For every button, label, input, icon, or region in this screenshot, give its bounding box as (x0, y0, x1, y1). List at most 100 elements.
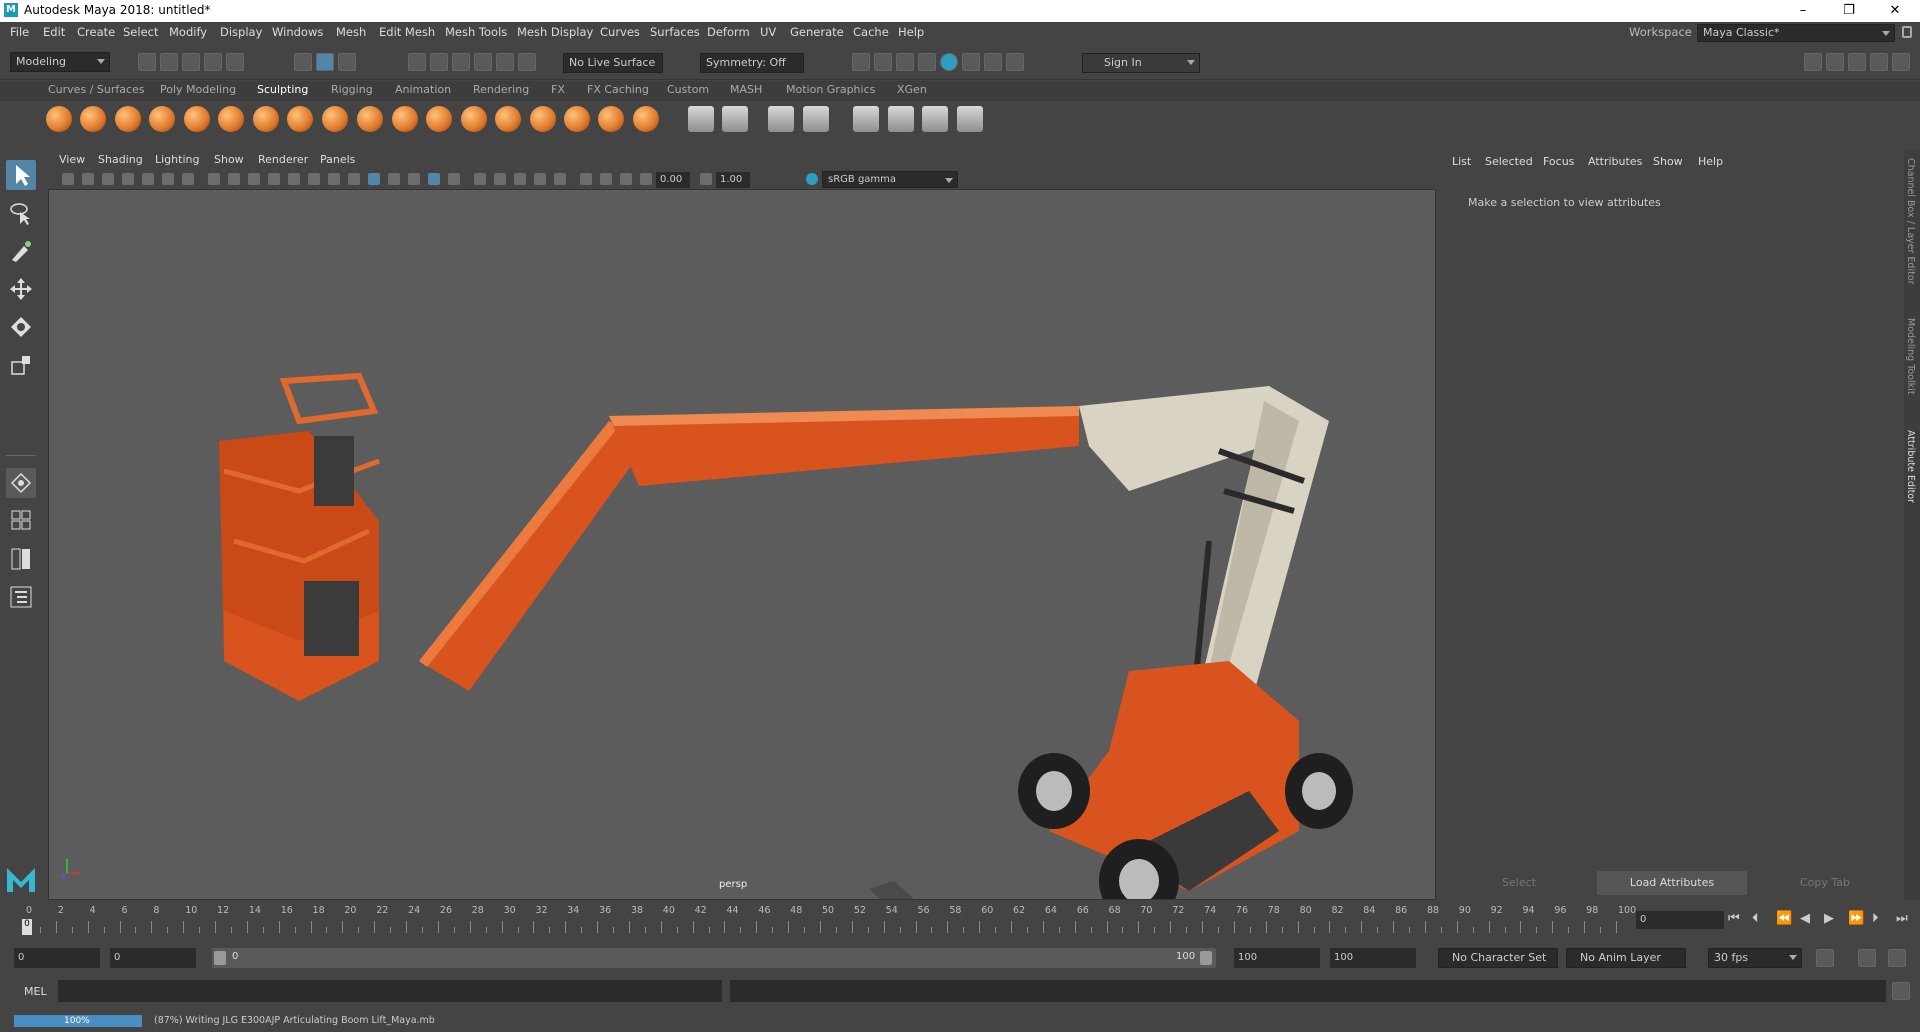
range-end-handle[interactable] (1200, 951, 1212, 965)
shelf-tab-rendering[interactable]: Rendering (473, 83, 529, 96)
snap-curve-icon[interactable] (430, 53, 448, 71)
go-to-end-icon[interactable]: ⏭ (1896, 911, 1908, 926)
select-component-icon[interactable] (338, 53, 356, 71)
exposure-icon[interactable] (640, 173, 652, 185)
menu-generate[interactable]: Generate (790, 25, 844, 39)
lock-icon[interactable] (1902, 26, 1912, 38)
xray-joints-icon[interactable] (600, 173, 612, 185)
wax-tool-icon[interactable] (392, 106, 418, 132)
close-button[interactable]: ✕ (1872, 0, 1918, 22)
snap-view-plane-icon[interactable] (474, 53, 492, 71)
snap-live-icon[interactable] (496, 53, 514, 71)
step-back-key-icon[interactable]: ⏪ (1776, 911, 1792, 926)
go-to-start-icon[interactable]: ⏮ (1728, 911, 1740, 926)
scrape-tool-icon[interactable] (426, 106, 452, 132)
snap-normal-icon[interactable] (518, 53, 536, 71)
menu-help[interactable]: Help (898, 25, 924, 39)
hypershade-icon[interactable] (940, 53, 958, 71)
range-slider[interactable]: 0 100 (212, 948, 1216, 968)
fill-tool-icon[interactable] (461, 106, 487, 132)
four-view-layout-icon[interactable] (6, 506, 36, 536)
outliner-icon[interactable] (6, 582, 36, 612)
side-tab-channel-box[interactable]: Channel Box / Layer Editor (1905, 158, 1916, 285)
snap-grid-icon[interactable] (408, 53, 426, 71)
shelf-tab-fx-caching[interactable]: FX Caching (587, 83, 649, 96)
playback-start-field[interactable]: 0 (110, 948, 196, 968)
wireframe-icon[interactable] (328, 173, 340, 185)
safe-title-icon[interactable] (308, 173, 320, 185)
grease-pencil-icon[interactable] (162, 173, 174, 185)
select-hierarchy-icon[interactable] (294, 53, 312, 71)
step-forward-key-icon[interactable]: ⏩ (1848, 911, 1864, 926)
workspace-dropdown[interactable]: Maya Classic* (1697, 24, 1895, 42)
menu-cache[interactable]: Cache (853, 25, 889, 39)
auto-key-icon[interactable] (1858, 949, 1876, 967)
menu-curves[interactable]: Curves (600, 25, 640, 39)
imprint-tool-icon[interactable] (357, 106, 383, 132)
gate-mask-icon[interactable] (248, 173, 260, 185)
attr-menu-focus[interactable]: Focus (1543, 155, 1574, 168)
boom-lift-model[interactable] (49, 191, 1435, 899)
anti-aliasing-icon[interactable] (534, 173, 546, 185)
playback-end-field[interactable]: 100 (1234, 948, 1320, 968)
rotate-tool-icon[interactable] (6, 312, 36, 342)
menu-edit[interactable]: Edit (43, 25, 65, 39)
symmetry-dropdown[interactable]: Symmetry: Off (700, 53, 804, 73)
loop-playback-icon[interactable] (1816, 949, 1834, 967)
animation-start-field[interactable]: 0 (14, 948, 100, 968)
textured-icon[interactable] (408, 173, 420, 185)
toggle-attribute-editor-icon[interactable] (1848, 53, 1866, 71)
screen-space-ambient-occlusion-icon[interactable] (494, 173, 506, 185)
exposure-field[interactable]: 0.00 (656, 172, 690, 188)
flatten-tool-icon[interactable] (218, 106, 244, 132)
menu-file[interactable]: File (10, 25, 29, 39)
current-frame-marker[interactable]: 0 (22, 919, 32, 935)
save-scene-icon[interactable] (182, 53, 200, 71)
resolution-gate-icon[interactable] (228, 173, 240, 185)
shelf-tab-custom[interactable]: Custom (667, 83, 709, 96)
undo-icon[interactable] (204, 53, 222, 71)
pinch-tool-icon[interactable] (184, 106, 210, 132)
depth-of-field-icon[interactable] (554, 173, 566, 185)
panel-menu-lighting[interactable]: Lighting (155, 153, 199, 166)
bulge-tool-icon[interactable] (564, 106, 590, 132)
bookmarks-icon[interactable] (102, 173, 114, 185)
smooth-shade-icon[interactable] (348, 173, 360, 185)
menu-display[interactable]: Display (220, 25, 262, 39)
safe-action-icon[interactable] (288, 173, 300, 185)
menu-select[interactable]: Select (123, 25, 158, 39)
knife-tool-icon[interactable] (495, 106, 521, 132)
shelf-tab-motion-graphics[interactable]: Motion Graphics (786, 83, 875, 96)
foamy-tool-icon[interactable] (253, 106, 279, 132)
menu-windows[interactable]: Windows (272, 25, 323, 39)
motion-blur-icon[interactable] (514, 173, 526, 185)
mask-icon[interactable] (888, 106, 914, 132)
render-frame-icon[interactable] (874, 53, 892, 71)
convert-to-frozen-icon[interactable] (688, 106, 714, 132)
menu-deform[interactable]: Deform (707, 25, 750, 39)
play-backwards-icon[interactable]: ◀ (1800, 911, 1810, 926)
select-camera-icon[interactable] (62, 173, 74, 185)
shelf-tab-xgen[interactable]: XGen (897, 83, 927, 96)
snap-point-icon[interactable] (452, 53, 470, 71)
menu-surfaces[interactable]: Surfaces (650, 25, 700, 39)
command-input[interactable] (58, 980, 722, 1002)
render-settings-icon[interactable] (918, 53, 936, 71)
field-chart-icon[interactable] (268, 173, 280, 185)
menu-mesh-tools[interactable]: Mesh Tools (445, 25, 507, 39)
light-editor-icon[interactable] (984, 53, 1002, 71)
isolate-select-icon[interactable] (580, 173, 592, 185)
shelf-tab-animation[interactable]: Animation (395, 83, 451, 96)
step-back-frame-icon[interactable]: ⏴ (1752, 911, 1759, 926)
two-d-pan-zoom-icon[interactable] (142, 173, 154, 185)
panel-menu-renderer[interactable]: Renderer (258, 153, 308, 166)
sculpt-settings-icon[interactable] (722, 106, 748, 132)
ipr-render-icon[interactable] (896, 53, 914, 71)
menu-modify[interactable]: Modify (169, 25, 207, 39)
animation-preferences-icon[interactable] (1888, 949, 1906, 967)
xray-active-components-icon[interactable] (620, 173, 632, 185)
shelf-tab-sculpting[interactable]: Sculpting (257, 83, 308, 96)
attr-copy-tab-button[interactable]: Copy Tab (1750, 871, 1900, 895)
viewport-panel[interactable]: persp (48, 150, 1436, 900)
range-start-handle[interactable] (214, 951, 226, 965)
